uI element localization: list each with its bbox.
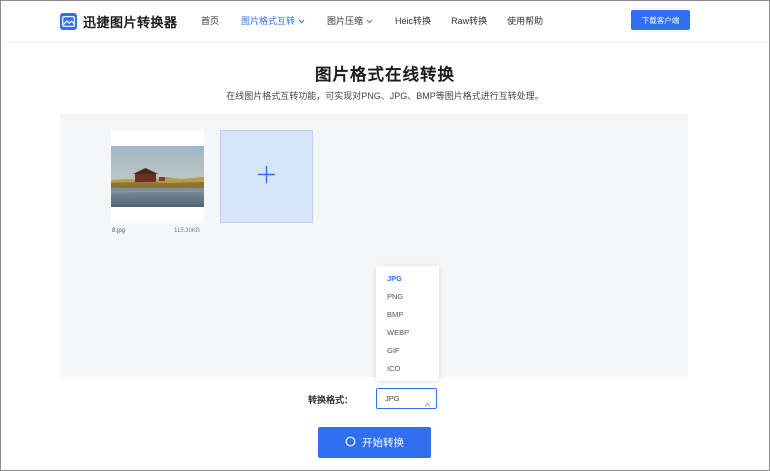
start-convert-label: 开始转换 xyxy=(362,437,404,449)
format-option-png[interactable]: PNG xyxy=(376,288,439,306)
start-convert-button[interactable]: 开始转换 xyxy=(318,427,431,458)
format-dropdown: JPG PNG BMP WEBP GIF ICO xyxy=(376,266,439,381)
chevron-up-icon xyxy=(424,395,431,414)
file-card[interactable] xyxy=(111,130,204,223)
brand-logo[interactable]: 迅捷图片转换器 xyxy=(60,12,178,31)
image-logo-icon xyxy=(60,13,77,30)
ring-icon xyxy=(345,436,356,450)
nav-label: Heic转换 xyxy=(395,16,432,26)
format-option-ico[interactable]: ICO xyxy=(376,360,439,378)
nav-label: 使用帮助 xyxy=(507,16,544,26)
nav-help[interactable]: 使用帮助 xyxy=(507,14,543,27)
nav-format-convert[interactable]: 图片格式互转 xyxy=(241,14,305,27)
format-option-jpg[interactable]: JPG xyxy=(376,270,439,288)
page-title: 图片格式在线转换 xyxy=(315,66,455,84)
file-name: 8.jpg xyxy=(112,228,126,234)
nav-compress[interactable]: 图片压缩 xyxy=(327,14,373,27)
nav-home[interactable]: 首页 xyxy=(201,14,219,27)
file-thumbnail xyxy=(111,146,204,207)
add-image-button[interactable] xyxy=(220,130,313,223)
nav-label: Raw转换 xyxy=(451,16,488,26)
nav-label: 图片压缩 xyxy=(327,16,364,26)
download-client-button[interactable]: 下载客户端 xyxy=(631,10,690,30)
upload-area: 8.jpg 115.30KB xyxy=(60,114,688,377)
nav-label: 图片格式互转 xyxy=(241,16,296,26)
brand-name: 迅捷图片转换器 xyxy=(83,15,178,30)
chevron-down-icon xyxy=(366,16,373,26)
format-option-webp[interactable]: WEBP xyxy=(376,324,439,342)
page-subtitle: 在线图片格式互转功能，可实现对PNG、JPG、BMP等图片格式进行互转处理。 xyxy=(226,91,544,101)
format-select-value: JPG xyxy=(385,394,400,403)
nav-heic[interactable]: Heic转换 xyxy=(395,14,431,27)
nav-raw[interactable]: Raw转换 xyxy=(451,14,487,27)
format-option-bmp[interactable]: BMP xyxy=(376,306,439,324)
plus-icon xyxy=(257,165,276,189)
top-header: 迅捷图片转换器 首页 图片格式互转 图片压缩 Heic转换 Raw转换 使用帮助… xyxy=(1,1,769,41)
main-nav: 首页 图片格式互转 图片压缩 Heic转换 Raw转换 使用帮助 xyxy=(201,14,543,27)
file-size: 115.30KB xyxy=(174,228,200,234)
format-option-gif[interactable]: GIF xyxy=(376,342,439,360)
format-select[interactable]: JPG xyxy=(376,388,437,409)
chevron-down-icon xyxy=(298,16,305,26)
nav-label: 首页 xyxy=(201,16,220,26)
format-label: 转换格式： xyxy=(308,395,354,405)
